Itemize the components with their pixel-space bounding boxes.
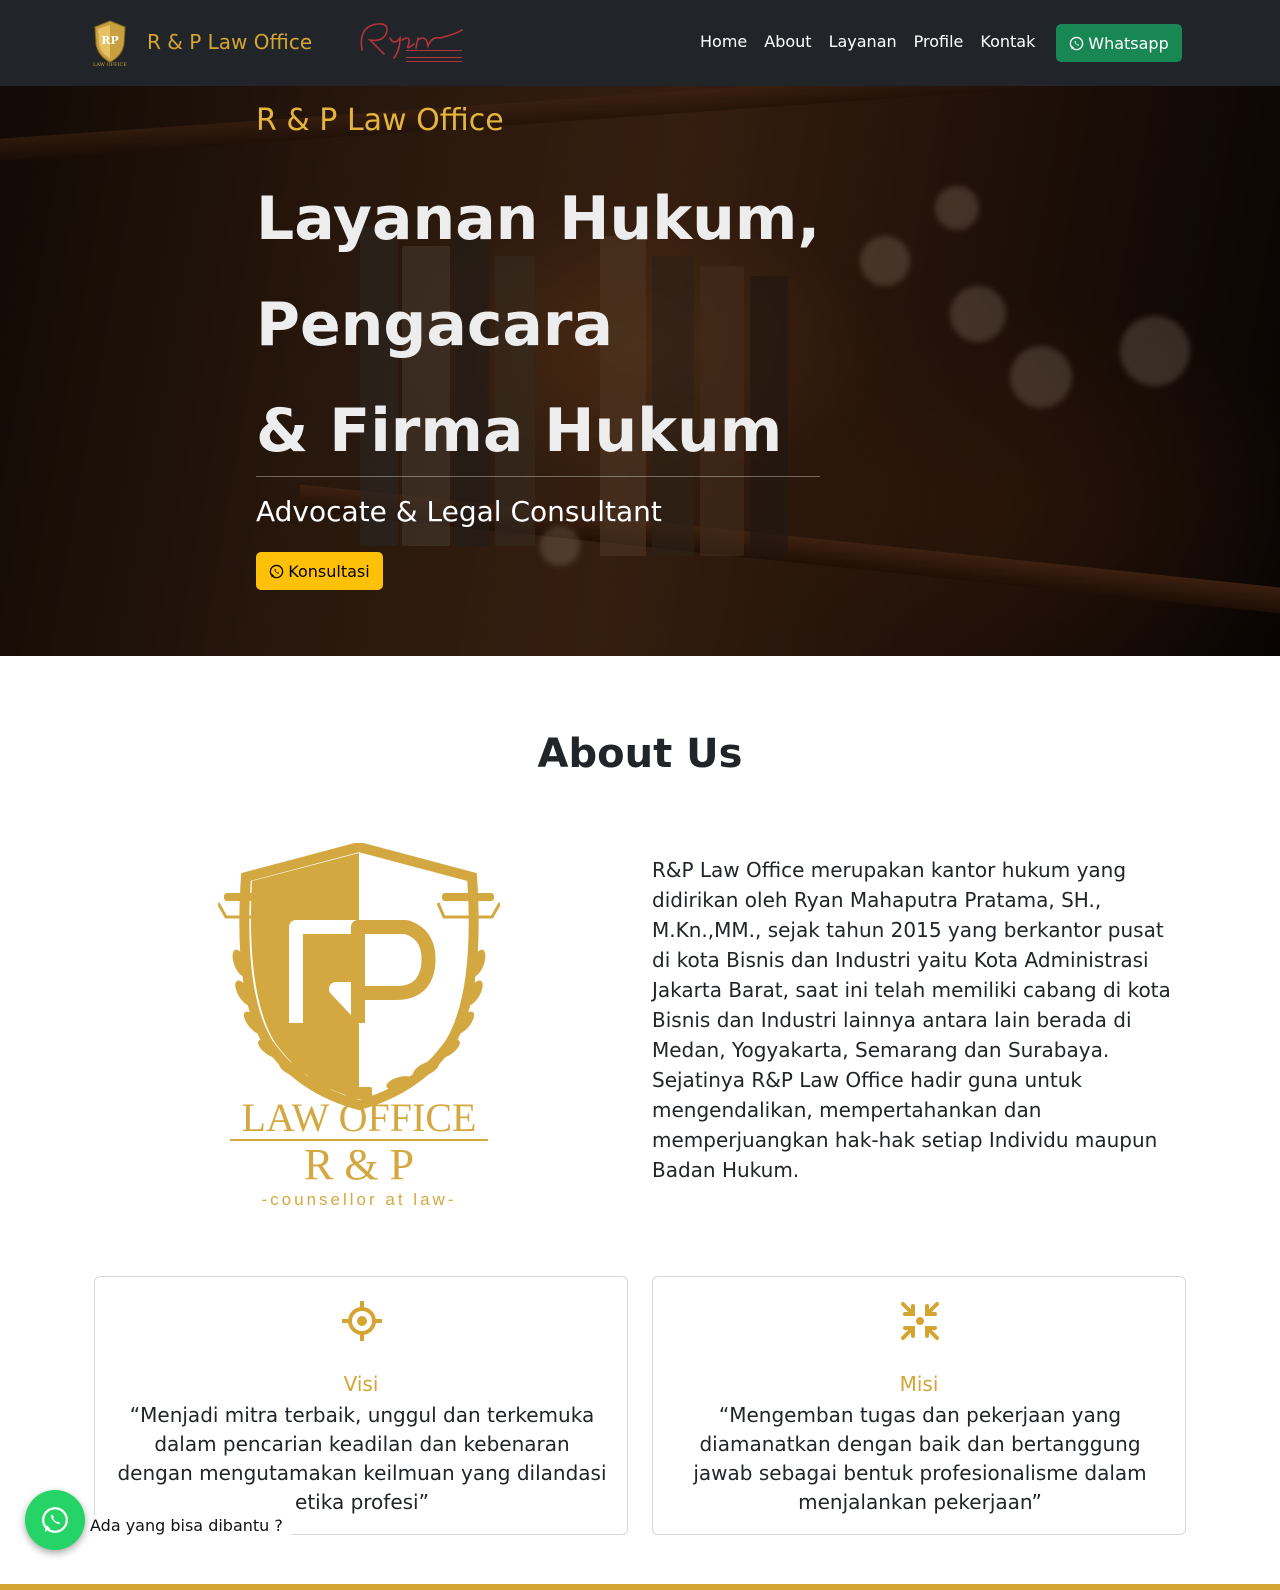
logo-text-line-2: R & P: [304, 1140, 414, 1189]
nav-profile[interactable]: Profile: [914, 31, 964, 53]
brand-logo-icon[interactable]: RP LAW OFFICE: [90, 18, 130, 68]
whatsapp-icon: [42, 1507, 68, 1533]
whatsapp-button-label: Whatsapp: [1088, 33, 1169, 53]
navbar: RP LAW OFFICE R & P Law Office Home Abou…: [0, 0, 1280, 86]
brand-name[interactable]: R & P Law Office: [147, 29, 312, 55]
hero-subtitle: Advocate & Legal Consultant: [256, 495, 662, 528]
misi-card: Misi “Mengemban tugas dan pekerjaan yang…: [652, 1276, 1186, 1535]
whatsapp-icon: [1070, 36, 1084, 50]
about-title: About Us: [537, 731, 743, 777]
whatsapp-button[interactable]: Whatsapp: [1056, 24, 1182, 62]
chat-prompt-label[interactable]: Ada yang bisa dibantu ?: [84, 1515, 291, 1539]
nav-kontak[interactable]: Kontak: [980, 31, 1035, 53]
logo-text-line-3: -counsellor at law-: [262, 1190, 457, 1209]
hero-title-line-3: & Firma Hukum: [256, 396, 783, 466]
hero-section: R & P Law Office Layanan Hukum, Pengacar…: [0, 86, 1280, 656]
whatsapp-icon: [270, 564, 284, 578]
nav-home[interactable]: Home: [700, 31, 747, 53]
footer-accent-bar: [0, 1584, 1280, 1590]
konsultasi-button[interactable]: Konsultasi: [256, 552, 383, 590]
logo-text-line-1: LAW OFFICE: [242, 1095, 477, 1140]
konsultasi-button-label: Konsultasi: [288, 561, 370, 581]
misi-text: “Mengemban tugas dan pekerjaan yang diam…: [693, 1403, 1147, 1514]
nav-links: Home About Layanan Profile Kontak: [700, 31, 1052, 53]
hero-title-line-1: Layanan Hukum,: [256, 184, 821, 254]
visi-text: “Menjadi mitra terbaik, unggul dan terke…: [117, 1403, 607, 1514]
hero-title: Layanan Hukum, Pengacara & Firma Hukum: [256, 166, 856, 484]
visi-title: Visi: [343, 1372, 379, 1396]
svg-text:LAW OFFICE: LAW OFFICE: [93, 62, 127, 68]
about-description: R&P Law Office merupakan kantor hukum ya…: [652, 858, 1171, 1182]
ryan-enterprise-logo-icon[interactable]: [356, 16, 466, 68]
hero-title-line-2: Pengacara: [256, 290, 613, 360]
hero-divider: [256, 476, 820, 477]
svg-text:RP: RP: [101, 34, 118, 47]
arrows-inward-icon: [901, 1302, 939, 1340]
floating-whatsapp-button[interactable]: [25, 1490, 85, 1550]
visi-card: Visi “Menjadi mitra terbaik, unggul dan …: [94, 1276, 628, 1535]
nav-about[interactable]: About: [764, 31, 811, 53]
nav-layanan[interactable]: Layanan: [829, 31, 897, 53]
hero-eyebrow: R & P Law Office: [256, 103, 504, 138]
rp-law-office-logo: LAW OFFICE R & P -counsellor at law-: [218, 843, 500, 1209]
misi-title: Misi: [899, 1372, 939, 1396]
crosshair-icon: [342, 1301, 382, 1341]
